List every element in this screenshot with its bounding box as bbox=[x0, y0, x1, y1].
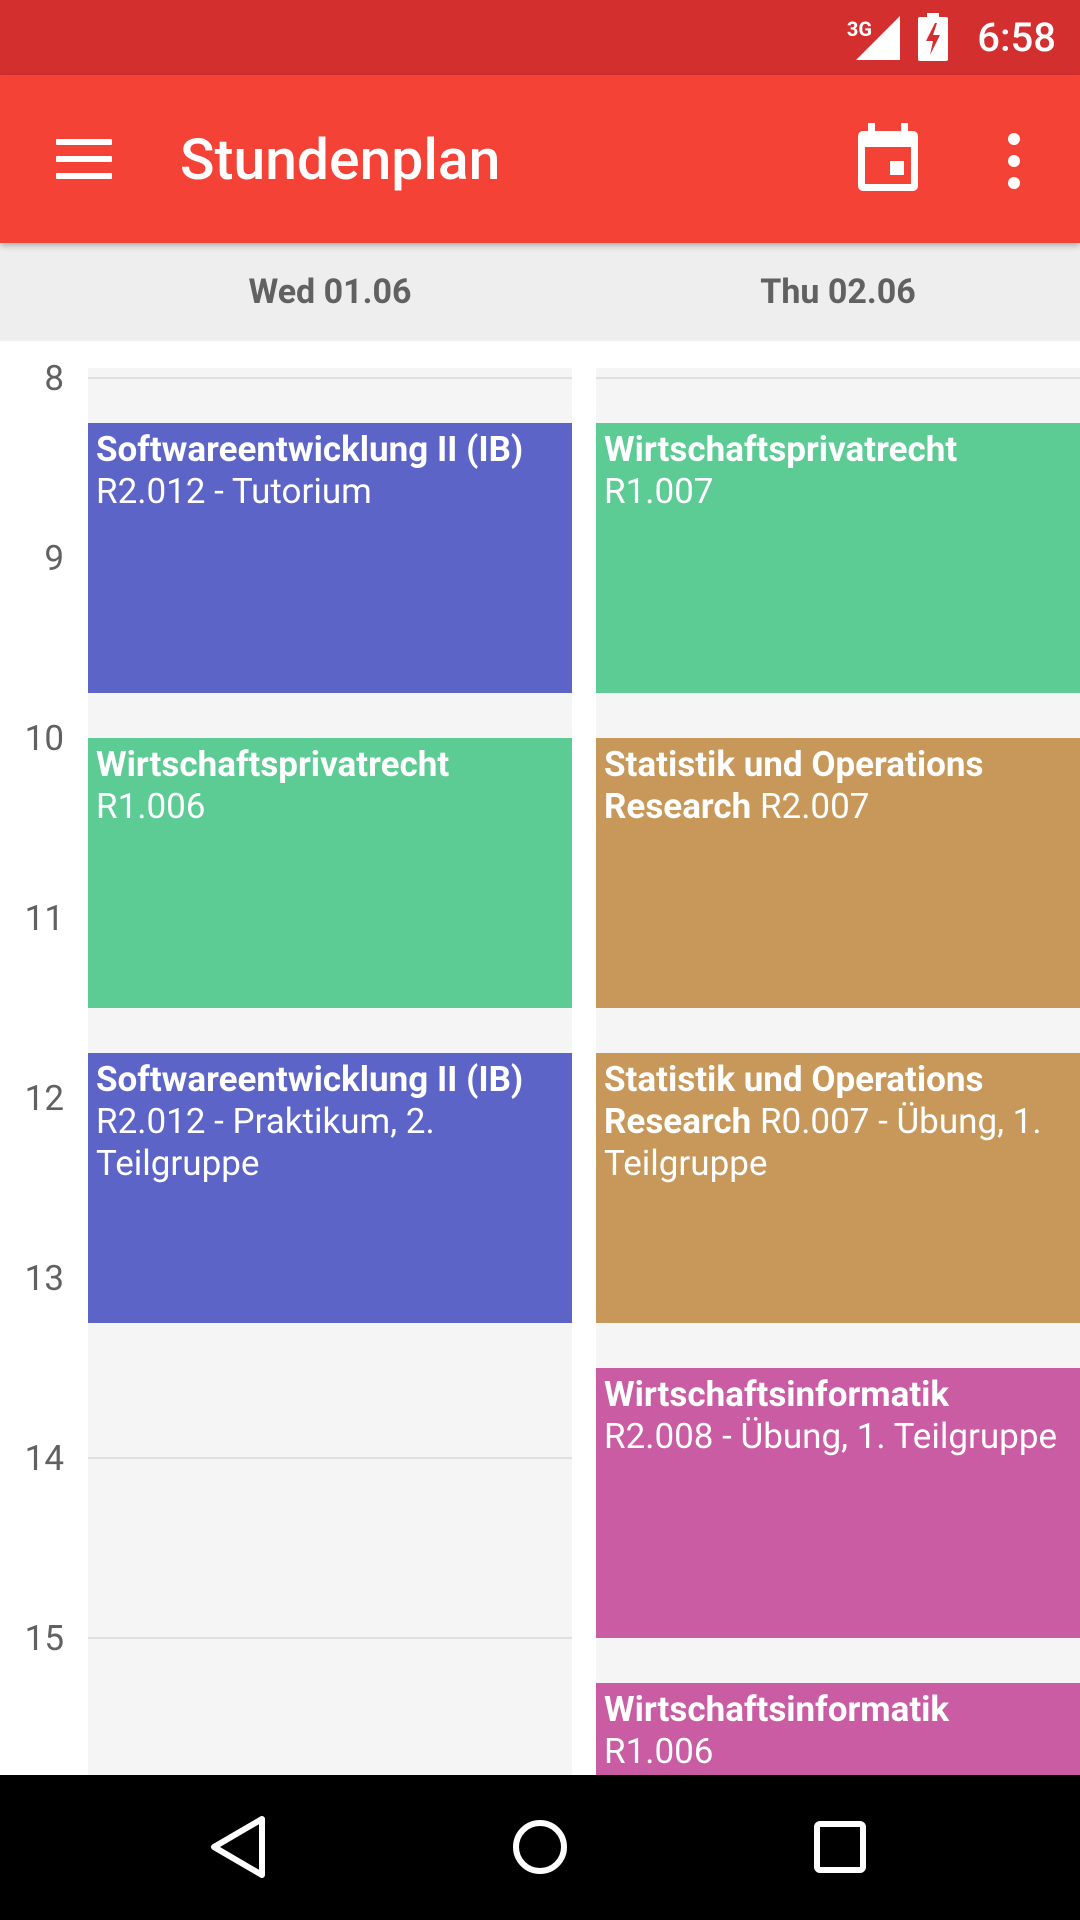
page-title: Stundenplan bbox=[180, 126, 501, 193]
hour-label: 10 bbox=[24, 718, 64, 759]
event-detail: R1.006 bbox=[604, 1731, 714, 1772]
event-card[interactable]: Wirtschaftsprivatrecht R1.006 bbox=[88, 738, 572, 1008]
event-card[interactable]: Softwareentwicklung II (IB) R2.012 - Pra… bbox=[88, 1053, 572, 1323]
event-card[interactable]: Wirtschaftsinformatik R1.006 bbox=[596, 1683, 1080, 1775]
hour-label: 12 bbox=[24, 1078, 64, 1119]
event-detail: R1.007 bbox=[604, 471, 714, 512]
hour-line bbox=[88, 377, 572, 379]
hour-label: 8 bbox=[44, 358, 64, 399]
signal-icon bbox=[856, 16, 900, 60]
event-title: Softwareentwicklung II (IB) bbox=[96, 1059, 524, 1100]
hour-line bbox=[88, 1457, 572, 1459]
clock: 6:58 bbox=[977, 14, 1056, 61]
calendar-today-icon[interactable] bbox=[852, 121, 924, 195]
event-card[interactable]: Softwareentwicklung II (IB) R2.012 - Tut… bbox=[88, 423, 572, 693]
hour-line bbox=[596, 377, 1080, 379]
back-icon[interactable] bbox=[200, 1807, 280, 1887]
event-detail: R2.007 bbox=[759, 786, 870, 827]
home-icon[interactable] bbox=[500, 1807, 580, 1887]
event-title: Wirtschaftsprivatrecht bbox=[96, 744, 450, 785]
day-label-thu[interactable]: Thu 02.06 bbox=[596, 243, 1080, 341]
event-detail: R1.006 bbox=[96, 786, 206, 827]
event-title: Wirtschaftsinformatik bbox=[604, 1689, 950, 1730]
event-title: Wirtschaftsprivatrecht bbox=[604, 429, 958, 470]
navigation-bar bbox=[0, 1775, 1080, 1920]
event-title: Wirtschaftsinformatik bbox=[604, 1374, 950, 1415]
event-detail: R2.012 - Praktikum, 2. Teilgruppe bbox=[96, 1101, 435, 1184]
menu-icon[interactable] bbox=[44, 131, 124, 187]
battery-charging-icon bbox=[918, 13, 948, 61]
day-header: Wed 01.06 Thu 02.06 bbox=[0, 243, 1080, 341]
more-vert-icon[interactable] bbox=[988, 131, 1040, 191]
event-card[interactable]: Wirtschaftsprivatrecht R1.007 bbox=[596, 423, 1080, 693]
day-label-wed[interactable]: Wed 01.06 bbox=[88, 243, 572, 341]
hour-label: 14 bbox=[24, 1438, 64, 1479]
hour-label: 9 bbox=[44, 538, 64, 579]
event-detail: R2.008 - Übung, 1. Teilgruppe bbox=[604, 1416, 1058, 1457]
schedule-grid[interactable]: 8 9 10 11 12 13 14 15 Softwareentwicklun… bbox=[0, 341, 1080, 1775]
hour-label: 11 bbox=[24, 898, 64, 939]
event-card[interactable]: Statistik und Operations Research R2.007 bbox=[596, 738, 1080, 1008]
event-card[interactable]: Statistik und Operations Research R0.007… bbox=[596, 1053, 1080, 1323]
status-bar: 3G 6:58 bbox=[0, 0, 1080, 75]
app-bar: Stundenplan bbox=[0, 75, 1080, 243]
event-card[interactable]: Wirtschaftsinformatik R2.008 - Übung, 1.… bbox=[596, 1368, 1080, 1638]
recents-icon[interactable] bbox=[800, 1807, 880, 1887]
hour-label: 15 bbox=[24, 1618, 64, 1659]
hour-label: 13 bbox=[24, 1258, 64, 1299]
event-detail: R2.012 - Tutorium bbox=[96, 471, 372, 512]
hour-line bbox=[88, 1637, 572, 1639]
event-title: Softwareentwicklung II (IB) bbox=[96, 429, 524, 470]
